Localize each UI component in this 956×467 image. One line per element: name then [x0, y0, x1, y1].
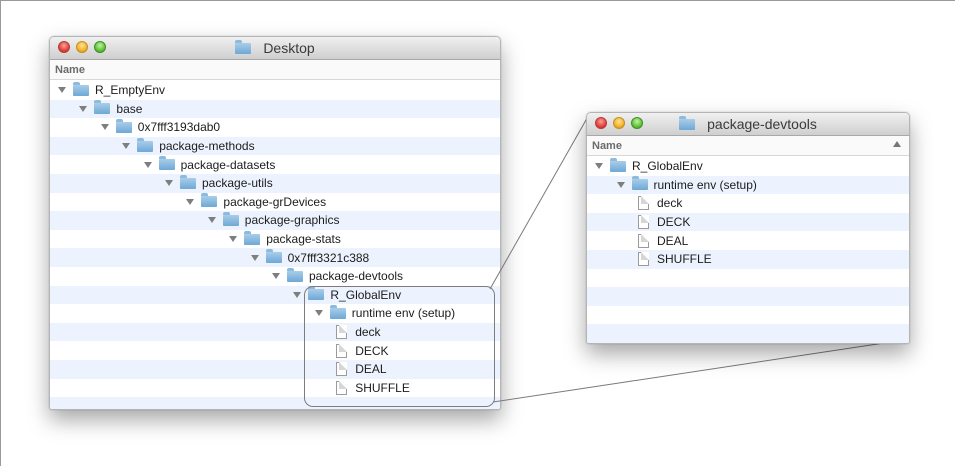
disclosure-triangle-icon[interactable] — [272, 273, 280, 280]
folder-row[interactable]: R_EmptyEnv — [50, 81, 500, 100]
window-title: Desktop — [50, 37, 500, 59]
file-icon — [638, 196, 649, 211]
folder-icon — [73, 81, 89, 96]
window-title: package-devtools — [587, 113, 909, 135]
disclosure-triangle-icon[interactable] — [616, 181, 625, 188]
folder-row[interactable]: runtime env (setup) — [587, 175, 909, 195]
file-row[interactable]: DECK — [587, 212, 909, 232]
folder-icon — [201, 193, 218, 208]
item-label: 0x7fff3321c388 — [287, 250, 370, 265]
item-label: 0x7fff3193dab0 — [137, 120, 221, 135]
item-label: R_GlobalEnv — [632, 159, 703, 174]
disclosure-triangle-icon[interactable] — [186, 198, 195, 205]
item-label: package-graphics — [244, 213, 340, 228]
title-bar[interactable]: package-devtools — [587, 113, 909, 136]
folder-icon — [180, 174, 196, 189]
folder-icon — [244, 230, 261, 245]
disclosure-triangle-icon[interactable] — [250, 254, 259, 261]
file-icon — [638, 252, 649, 267]
disclosure-triangle-icon[interactable] — [100, 124, 109, 131]
file-icon — [638, 215, 649, 230]
disclosure-triangle-icon[interactable] — [595, 163, 603, 170]
disclosure-triangle-icon[interactable] — [165, 180, 173, 187]
empty-row — [587, 287, 909, 306]
empty-row — [587, 269, 909, 288]
item-label: package-utils — [202, 176, 273, 191]
folder-icon — [158, 156, 175, 171]
folder-icon — [235, 39, 252, 54]
folder-icon — [265, 249, 282, 264]
disclosure-triangle-icon[interactable] — [293, 291, 302, 298]
item-label: package-grDevices — [223, 194, 327, 209]
item-label: SHUFFLE — [657, 252, 712, 267]
item-label: DECK — [657, 215, 691, 230]
folder-icon — [115, 118, 132, 133]
folder-row[interactable]: 0x7fff3321c388 — [50, 248, 500, 267]
item-label: package-methods — [159, 139, 255, 154]
file-list: R_GlobalEnvruntime env (setup) deck DECK DE… — [587, 157, 909, 343]
item-label: deck — [657, 196, 683, 211]
column-header-label: Name — [592, 139, 622, 152]
column-header-name[interactable]: Name — [587, 136, 909, 156]
item-label: package-stats — [266, 232, 341, 247]
disclosure-triangle-icon[interactable] — [143, 161, 152, 168]
folder-icon — [287, 267, 303, 282]
file-row[interactable]: deck — [587, 194, 909, 213]
item-label: DEAL — [657, 233, 689, 248]
sort-ascending-icon[interactable] — [893, 141, 901, 147]
title-bar[interactable]: Desktop — [50, 37, 500, 60]
column-header-name[interactable]: Name — [50, 60, 500, 80]
folder-row[interactable]: R_GlobalEnv — [587, 157, 909, 176]
folder-icon — [222, 211, 239, 226]
disclosure-triangle-icon[interactable] — [58, 87, 66, 94]
disclosure-triangle-icon[interactable] — [122, 143, 131, 150]
item-label: runtime env (setup) — [653, 177, 757, 192]
zoom-highlight-box — [304, 286, 495, 407]
item-label: base — [116, 101, 143, 116]
folder-row[interactable]: 0x7fff3193dab0 — [50, 118, 500, 137]
empty-row — [587, 306, 909, 325]
folder-icon — [610, 157, 626, 172]
folder-row[interactable]: package-utils — [50, 173, 500, 193]
folder-row[interactable]: package-methods — [50, 136, 500, 156]
disclosure-triangle-icon[interactable] — [79, 105, 88, 112]
window-title-text: package-devtools — [707, 116, 817, 132]
folder-row[interactable]: package-datasets — [50, 155, 500, 174]
folder-row[interactable]: package-devtools — [50, 267, 500, 286]
folder-row[interactable]: package-graphics — [50, 211, 500, 230]
file-row[interactable]: SHUFFLE — [587, 249, 909, 269]
finder-window-package-devtools: package-devtools Name R_GlobalEnvruntime… — [586, 112, 910, 344]
file-icon — [638, 233, 649, 248]
window-title-text: Desktop — [263, 40, 315, 56]
item-label: package-datasets — [180, 157, 276, 172]
disclosure-triangle-icon[interactable] — [229, 236, 238, 243]
empty-row — [587, 324, 909, 343]
item-label: R_EmptyEnv — [95, 83, 166, 98]
folder-row[interactable]: base — [50, 99, 500, 119]
folder-row[interactable]: package-stats — [50, 230, 500, 249]
item-label: package-devtools — [309, 269, 404, 284]
disclosure-triangle-icon[interactable] — [207, 217, 216, 224]
folder-row[interactable]: package-grDevices — [50, 193, 500, 212]
folder-icon — [679, 115, 696, 130]
folder-icon — [94, 100, 111, 115]
folder-icon — [631, 176, 648, 191]
folder-icon — [137, 137, 154, 152]
column-header-label: Name — [55, 63, 85, 76]
file-row[interactable]: DEAL — [587, 231, 909, 250]
